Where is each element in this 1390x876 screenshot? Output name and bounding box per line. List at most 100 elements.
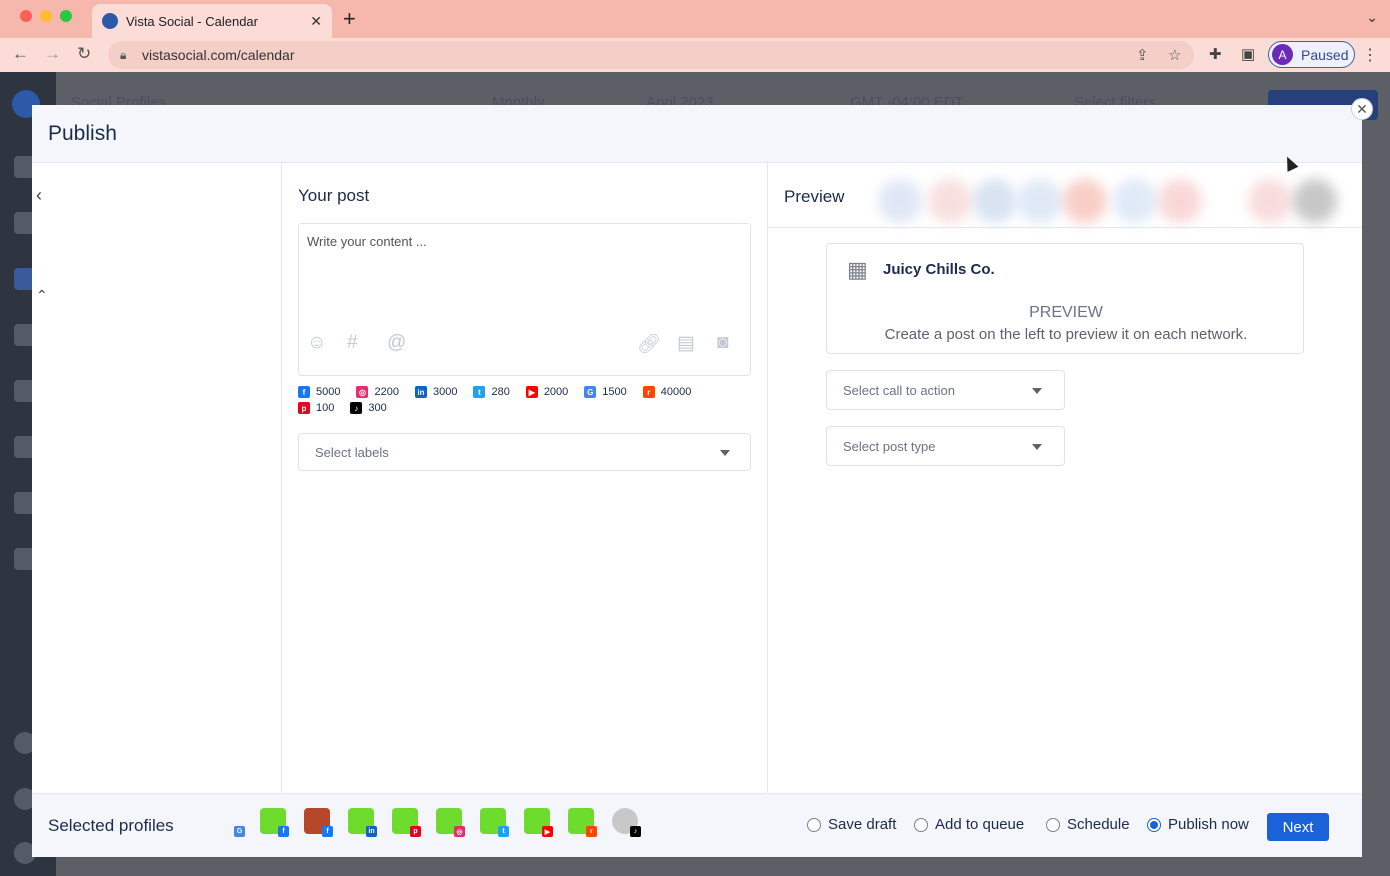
hashtag-icon[interactable]: # <box>347 332 358 354</box>
option-add-to-queue[interactable]: Add to queue <box>914 816 1024 833</box>
option-save-draft[interactable]: Save draft <box>807 816 896 833</box>
radio-button[interactable] <box>1147 817 1161 832</box>
facebook-icon: f <box>298 386 310 398</box>
network-tab-icon[interactable] <box>878 179 922 223</box>
call-to-action-select[interactable]: Select call to action <box>826 370 1065 410</box>
limit-reddit: r 40000 <box>642 384 691 400</box>
avatar: A <box>1272 44 1293 65</box>
youtube-icon: ▶ <box>525 386 538 398</box>
limit-google: G 1500 <box>584 384 627 400</box>
reddit-profile-avatar[interactable]: r <box>568 808 597 837</box>
network-tab-icon[interactable] <box>1018 179 1062 223</box>
facebook-profile-2-avatar[interactable]: f <box>304 808 333 837</box>
network-badge-icon: ♪ <box>630 826 641 837</box>
network-tab-icon[interactable] <box>973 179 1017 223</box>
post-type-placeholder: Select post type <box>843 438 936 454</box>
browser-tab-bar: Vista Social - Calendar ✕ + ⌄ <box>0 0 1390 38</box>
mention-icon[interactable]: @ <box>387 332 406 354</box>
minimize-window-button[interactable] <box>40 10 52 22</box>
back-arrow-icon[interactable]: ← <box>12 44 29 64</box>
side-panel-icon[interactable]: ▣ <box>1241 45 1255 63</box>
video-icon[interactable]: ▤ <box>677 332 695 355</box>
address-bar[interactable]: 🔒︎ vistasocial.com/calendar ⇪ ☆ <box>108 41 1194 69</box>
facebook-profile-avatar[interactable]: f <box>260 808 289 837</box>
reload-icon[interactable]: ↻ <box>77 44 91 64</box>
option-publish-now[interactable]: Publish now <box>1147 816 1249 833</box>
modal-title: Publish <box>48 122 117 145</box>
post-type-select[interactable]: Select post type <box>826 426 1065 466</box>
link-icon[interactable]: 🔗︎ <box>637 332 661 356</box>
network-tab-icon[interactable] <box>1158 179 1202 223</box>
network-tab-icon[interactable] <box>1063 179 1107 223</box>
building-icon: ▦ <box>847 257 868 282</box>
network-tab-icon[interactable] <box>1248 179 1292 223</box>
option-schedule[interactable]: Schedule <box>1046 816 1130 833</box>
camera-icon[interactable]: ◙ <box>717 332 728 354</box>
radio-button[interactable] <box>914 817 928 832</box>
next-button[interactable]: Next <box>1267 813 1329 841</box>
preview-panel: Preview ▦ Juicy Chills Co. PREVIEW Creat… <box>768 163 1362 793</box>
twitter-profile-avatar[interactable]: t <box>480 808 509 837</box>
chevron-left-icon[interactable]: ‹ <box>36 185 42 206</box>
instagram-profile-avatar[interactable]: ◎ <box>436 808 465 837</box>
your-post-panel: Your post ☺ # @ 🔗︎ ▤ ◙ f 5000 ◎ 2200 in 3000 t… <box>282 163 768 793</box>
limit-instagram: ◎ 2200 <box>356 384 399 400</box>
url-text: vistasocial.com/calendar <box>142 47 295 63</box>
tab-close-icon[interactable]: ✕ <box>310 13 322 30</box>
forward-arrow-icon[interactable]: → <box>44 44 61 64</box>
limit-facebook: f 5000 <box>298 384 340 400</box>
profile-status: Paused <box>1301 46 1349 63</box>
modal-close-button[interactable]: ✕ <box>1351 98 1373 120</box>
vista-social-favicon-icon <box>102 13 118 29</box>
network-badge-icon: G <box>234 826 245 837</box>
radio-button[interactable] <box>807 817 821 832</box>
browser-toolbar: ← → ↻ 🔒︎ vistasocial.com/calendar ⇪ ☆ ✚ … <box>0 38 1390 72</box>
network-tab-icon[interactable] <box>1293 179 1337 223</box>
brand-name: Juicy Chills Co. <box>883 261 995 278</box>
twitter-icon: t <box>473 386 486 398</box>
limit-value: 2000 <box>543 386 569 398</box>
tiktok-profile-avatar[interactable]: ♪ <box>612 808 641 837</box>
preview-header: Preview <box>768 163 1362 228</box>
limit-pinterest: p 100 <box>298 400 334 416</box>
character-limits: f 5000 ◎ 2200 in 3000 t 280 ▶ 2000 G 1500 r 40000 p 100… <box>298 384 738 416</box>
close-window-button[interactable] <box>20 10 32 22</box>
network-badge-icon: f <box>278 826 289 837</box>
emoji-icon[interactable]: ☺ <box>307 332 326 354</box>
your-post-heading: Your post <box>298 186 370 205</box>
limit-linkedin: in 3000 <box>414 384 457 400</box>
network-badge-icon: ◎ <box>454 826 465 837</box>
option-label: Add to queue <box>935 816 1025 833</box>
network-badge-icon: r <box>586 826 597 837</box>
selected-profiles-label: Selected profiles <box>48 816 174 835</box>
limit-value: 280 <box>491 386 510 398</box>
new-tab-icon[interactable]: + <box>343 6 356 32</box>
share-icon[interactable]: ⇪ <box>1136 46 1149 64</box>
lock-icon: 🔒︎ <box>120 48 127 62</box>
caret-down-icon <box>720 450 730 456</box>
background-toolbar: Social Profiles Monthly April 2023 GMT -… <box>56 72 1390 111</box>
profile-button[interactable]: A Paused <box>1268 41 1355 68</box>
chevron-up-icon[interactable]: ⌃ <box>36 287 48 304</box>
labels-select[interactable]: Select labels <box>298 433 751 471</box>
youtube-profile-avatar[interactable]: ▶ <box>524 808 553 837</box>
option-label: Schedule <box>1067 816 1130 833</box>
publish-modal: Publish ‹ ⌃ Your post ☺ # @ 🔗︎ ▤ ◙ f 5000… <box>32 105 1362 857</box>
radio-button[interactable] <box>1046 817 1060 832</box>
network-badge-icon: t <box>498 826 509 837</box>
network-tab-icon[interactable] <box>1113 179 1157 223</box>
bookmark-star-icon[interactable]: ☆ <box>1168 46 1181 64</box>
browser-tab[interactable]: Vista Social - Calendar ✕ <box>92 4 332 38</box>
content-textarea[interactable] <box>299 224 750 320</box>
google-profile-avatar[interactable]: G <box>216 808 245 837</box>
network-badge-icon: ▶ <box>542 826 553 837</box>
browser-menu-icon[interactable]: ⋮ <box>1362 45 1378 65</box>
tab-search-chevron-icon[interactable]: ⌄ <box>1366 9 1378 26</box>
linkedin-profile-avatar[interactable]: in <box>348 808 377 837</box>
zoom-window-button[interactable] <box>60 10 72 22</box>
extensions-puzzle-icon[interactable]: ✚ <box>1209 45 1222 63</box>
cta-placeholder: Select call to action <box>843 382 956 398</box>
network-tab-icon[interactable] <box>928 179 972 223</box>
network-badge-icon: p <box>410 826 421 837</box>
pinterest-profile-avatar[interactable]: p <box>392 808 421 837</box>
